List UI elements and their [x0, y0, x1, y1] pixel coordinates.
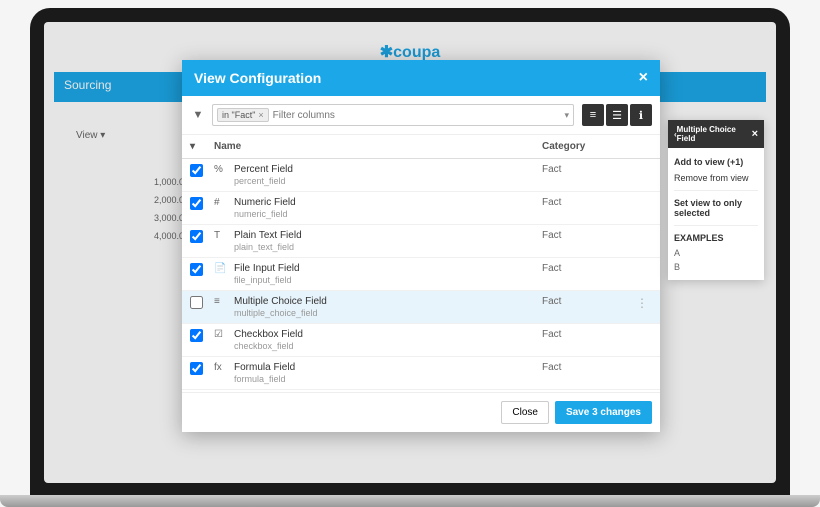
- table-row[interactable]: ≡ Multiple Choice Fieldmultiple_choice_fi…: [182, 291, 660, 324]
- field-category: Fact: [542, 197, 632, 208]
- field-type-icon: T: [214, 230, 228, 252]
- field-type-icon: #: [214, 197, 228, 219]
- field-label: Plain Text Field: [234, 230, 302, 241]
- field-type-icon: %: [214, 164, 228, 186]
- save-button[interactable]: Save 3 changes: [555, 401, 652, 424]
- remove-from-view-action[interactable]: Remove from view: [674, 170, 758, 186]
- table-row[interactable]: % Percent Fieldpercent_field Fact: [182, 159, 660, 192]
- field-category: Fact: [542, 329, 632, 340]
- column-check: ▾: [190, 141, 214, 152]
- table-row[interactable]: T Plain Text Fieldplain_text_field Fact: [182, 225, 660, 258]
- panel-close-icon[interactable]: ×: [752, 128, 758, 140]
- close-button[interactable]: Close: [501, 401, 549, 424]
- panel-title: Multiple Choice Field: [677, 125, 752, 143]
- field-label: Percent Field: [234, 164, 293, 175]
- dropdown-caret-icon[interactable]: ▾: [564, 110, 569, 121]
- filter-columns-input[interactable]: in "Fact"× ▾: [212, 104, 574, 126]
- view-list-button[interactable]: ≡: [582, 104, 604, 126]
- filter-tag[interactable]: in "Fact"×: [217, 108, 269, 122]
- table-header: ▾ Name Category: [182, 135, 660, 159]
- field-slug: plain_text_field: [234, 242, 302, 252]
- column-name[interactable]: Name: [214, 141, 542, 152]
- add-to-view-action[interactable]: Add to view (+1): [674, 154, 758, 170]
- modal-footer: Close Save 3 changes: [182, 392, 660, 432]
- row-checkbox[interactable]: [190, 362, 203, 375]
- examples-label: EXAMPLES: [674, 230, 758, 246]
- view-grid-button[interactable]: ☰: [606, 104, 628, 126]
- field-label: Numeric Field: [234, 197, 296, 208]
- table-row[interactable]: ☑ Checkbox Fieldcheckbox_field Fact: [182, 324, 660, 357]
- field-type-icon: ≡: [214, 296, 228, 318]
- column-category[interactable]: Category: [542, 141, 632, 152]
- toolbar: ▼ in "Fact"× ▾ ≡ ☰ ℹ: [182, 96, 660, 135]
- modal-title: View Configuration: [194, 70, 321, 86]
- table-row[interactable]: 📄 File Input Fieldfile_input_field Fact: [182, 258, 660, 291]
- filter-icon[interactable]: ▼: [190, 107, 206, 123]
- field-category: Fact: [542, 230, 632, 241]
- filter-tag-remove-icon[interactable]: ×: [258, 110, 263, 120]
- table-row[interactable]: fx Formula Fieldformula_field Fact: [182, 357, 660, 390]
- field-slug: file_input_field: [234, 275, 300, 285]
- field-category: Fact: [542, 362, 632, 373]
- field-category: Fact: [542, 263, 632, 274]
- laptop-base: [0, 495, 820, 507]
- field-label: Multiple Choice Field: [234, 296, 327, 307]
- field-type-icon: 📄: [214, 263, 228, 285]
- modal-header: View Configuration ×: [182, 60, 660, 96]
- row-checkbox[interactable]: [190, 197, 203, 210]
- row-checkbox[interactable]: [190, 230, 203, 243]
- view-info-button[interactable]: ℹ: [630, 104, 652, 126]
- example-item: B: [674, 260, 758, 274]
- table-row[interactable]: # Numeric Fieldnumeric_field Fact: [182, 192, 660, 225]
- row-actions-icon[interactable]: ⋮: [632, 296, 652, 310]
- row-checkbox[interactable]: [190, 296, 203, 309]
- field-slug: percent_field: [234, 176, 293, 186]
- table-body: % Percent Fieldpercent_field Fact # Numeric …: [182, 159, 660, 392]
- context-panel: ‹ Multiple Choice Field × Add to view (+…: [668, 120, 764, 280]
- row-checkbox[interactable]: [190, 164, 203, 177]
- panel-header: ‹ Multiple Choice Field ×: [668, 120, 764, 148]
- field-category: Fact: [542, 164, 632, 175]
- field-slug: checkbox_field: [234, 341, 303, 351]
- chevron-down-icon[interactable]: ▾: [190, 141, 195, 152]
- row-checkbox[interactable]: [190, 263, 203, 276]
- field-slug: numeric_field: [234, 209, 296, 219]
- field-slug: multiple_choice_field: [234, 308, 327, 318]
- view-configuration-modal: View Configuration × ▼ in "Fact"× ▾ ≡ ☰ …: [182, 60, 660, 432]
- field-slug: formula_field: [234, 374, 295, 384]
- field-label: Checkbox Field: [234, 329, 303, 340]
- example-item: A: [674, 246, 758, 260]
- field-type-icon: fx: [214, 362, 228, 384]
- field-category: Fact: [542, 296, 632, 307]
- filter-text-input[interactable]: [273, 110, 565, 121]
- field-type-icon: ☑: [214, 329, 228, 351]
- row-checkbox[interactable]: [190, 329, 203, 342]
- field-label: File Input Field: [234, 263, 300, 274]
- close-icon[interactable]: ×: [639, 69, 648, 87]
- set-view-only-selected-action[interactable]: Set view to only selected: [674, 195, 758, 221]
- field-label: Formula Field: [234, 362, 295, 373]
